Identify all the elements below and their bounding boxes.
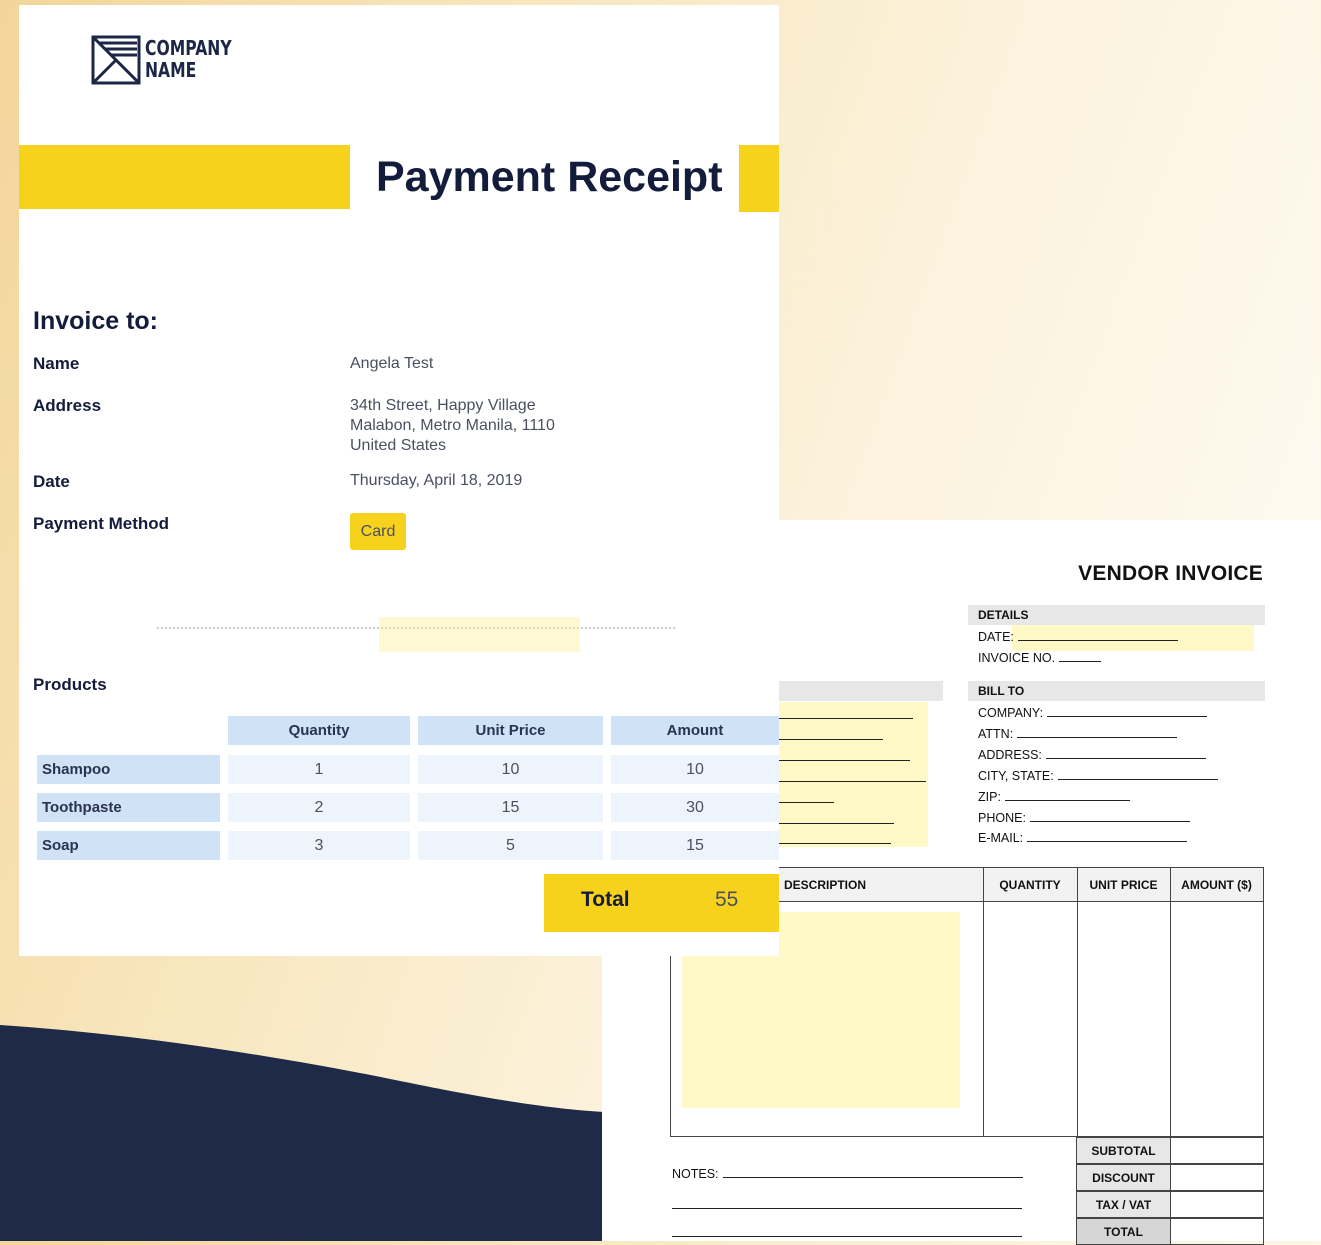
- payment-receipt-sheet: COMPANY NAME Payment Receipt Invoice to:…: [19, 5, 779, 956]
- products-heading: Products: [33, 675, 107, 694]
- total-label: TOTAL: [1077, 1219, 1171, 1244]
- col-header-unit-price: Unit Price: [418, 716, 603, 745]
- col-header-quantity: Quantity: [228, 716, 410, 745]
- bill-to-heading: BILL TO: [968, 681, 1265, 701]
- address-line: Malabon, Metro Manila, 1110: [350, 417, 555, 434]
- logo-line-1: COMPANY: [145, 36, 232, 60]
- email-field[interactable]: E-MAIL:: [978, 830, 1188, 845]
- address-line: United States: [350, 437, 447, 454]
- tax-label: TAX / VAT: [1077, 1192, 1171, 1217]
- date-label: DATE:: [978, 630, 1014, 644]
- ship-to-line: [779, 802, 834, 803]
- product-name: Shampoo: [37, 755, 220, 784]
- zip-field[interactable]: ZIP:: [978, 789, 1130, 804]
- subtotal-row: SUBTOTAL: [1076, 1137, 1264, 1164]
- payment-method-badge[interactable]: Card: [350, 513, 406, 550]
- phone-field[interactable]: PHONE:: [978, 810, 1190, 825]
- col-header-quantity: QUANTITY: [983, 868, 1077, 902]
- address-field[interactable]: ADDRESS:: [978, 747, 1206, 762]
- column-divider: [1077, 868, 1078, 1136]
- date-label: Date: [33, 472, 70, 491]
- invoice-to-heading: Invoice to:: [33, 307, 159, 335]
- unit-price-cell: 15: [418, 793, 603, 822]
- ship-to-line: [779, 843, 891, 844]
- title-bar-left: [19, 145, 350, 209]
- attn-field[interactable]: ATTN:: [978, 726, 1178, 741]
- col-header-amount: AMOUNT ($): [1170, 868, 1263, 902]
- discount-label: DISCOUNT: [1077, 1165, 1171, 1190]
- company-field[interactable]: COMPANY:: [978, 705, 1208, 720]
- date-field[interactable]: DATE:: [978, 629, 1178, 644]
- col-header-unit-price: UNIT PRICE: [1077, 868, 1170, 902]
- unit-price-cell: 5: [418, 831, 603, 860]
- bill-to-label: ATTN:: [978, 727, 1014, 741]
- column-divider: [983, 868, 984, 1136]
- quantity-cell: 3: [228, 831, 410, 860]
- logo-line-2: NAME: [145, 58, 197, 82]
- divider-highlight: [379, 617, 580, 652]
- col-header-amount: Amount: [611, 716, 779, 745]
- envelope-logo-icon: [91, 35, 141, 85]
- bill-to-label: E-MAIL:: [978, 831, 1024, 845]
- name-label: Name: [33, 354, 80, 373]
- total-box: Total 55: [544, 874, 779, 932]
- payment-method-label: Payment Method: [33, 514, 170, 533]
- notes-line: [672, 1236, 1022, 1237]
- ship-to-line: [779, 739, 883, 740]
- title-bar-right: [739, 145, 779, 212]
- product-name: Toothpaste: [37, 793, 220, 822]
- ship-to-bar: [779, 681, 943, 701]
- product-name: Soap: [37, 831, 220, 860]
- quantity-cell: 1: [228, 755, 410, 784]
- bill-to-label: COMPANY:: [978, 706, 1044, 720]
- ship-to-highlight: [779, 702, 928, 847]
- city-state-field[interactable]: CITY, STATE:: [978, 768, 1218, 783]
- bill-to-label: ZIP:: [978, 790, 1001, 804]
- tax-row: TAX / VAT: [1076, 1191, 1264, 1218]
- total-value: 55: [715, 888, 739, 911]
- address-value: 34th Street, Happy Village Malabon, Metr…: [350, 396, 555, 456]
- ship-to-line: [779, 718, 913, 719]
- receipt-title: Payment Receipt: [376, 153, 723, 201]
- company-name-logo: COMPANY NAME: [145, 37, 232, 81]
- name-value: Angela Test: [350, 355, 434, 372]
- amount-cell: 30: [611, 793, 779, 822]
- date-value: Thursday, April 18, 2019: [350, 472, 523, 489]
- details-heading: DETAILS: [968, 605, 1265, 625]
- total-label: Total: [581, 888, 630, 911]
- amount-cell: 10: [611, 755, 779, 784]
- notes-line: [672, 1208, 1022, 1209]
- quantity-cell: 2: [228, 793, 410, 822]
- address-line: 34th Street, Happy Village: [350, 397, 536, 414]
- bill-to-label: ADDRESS:: [978, 748, 1042, 762]
- ship-to-line: [779, 823, 894, 824]
- notes-label: NOTES:: [672, 1167, 719, 1181]
- invoice-no-field[interactable]: INVOICE NO.: [978, 650, 1102, 665]
- notes-field[interactable]: NOTES:: [672, 1166, 1023, 1181]
- bill-to-label: PHONE:: [978, 811, 1026, 825]
- column-divider: [1170, 868, 1171, 1136]
- ship-to-line: [779, 781, 926, 782]
- amount-cell: 15: [611, 831, 779, 860]
- vendor-invoice-title: VENDOR INVOICE: [1078, 562, 1263, 585]
- discount-row: DISCOUNT: [1076, 1164, 1264, 1191]
- unit-price-cell: 10: [418, 755, 603, 784]
- address-label: Address: [33, 396, 102, 415]
- bill-to-label: CITY, STATE:: [978, 769, 1054, 783]
- ship-to-line: [779, 760, 910, 761]
- subtotal-label: SUBTOTAL: [1077, 1138, 1171, 1163]
- invoice-no-label: INVOICE NO.: [978, 651, 1056, 665]
